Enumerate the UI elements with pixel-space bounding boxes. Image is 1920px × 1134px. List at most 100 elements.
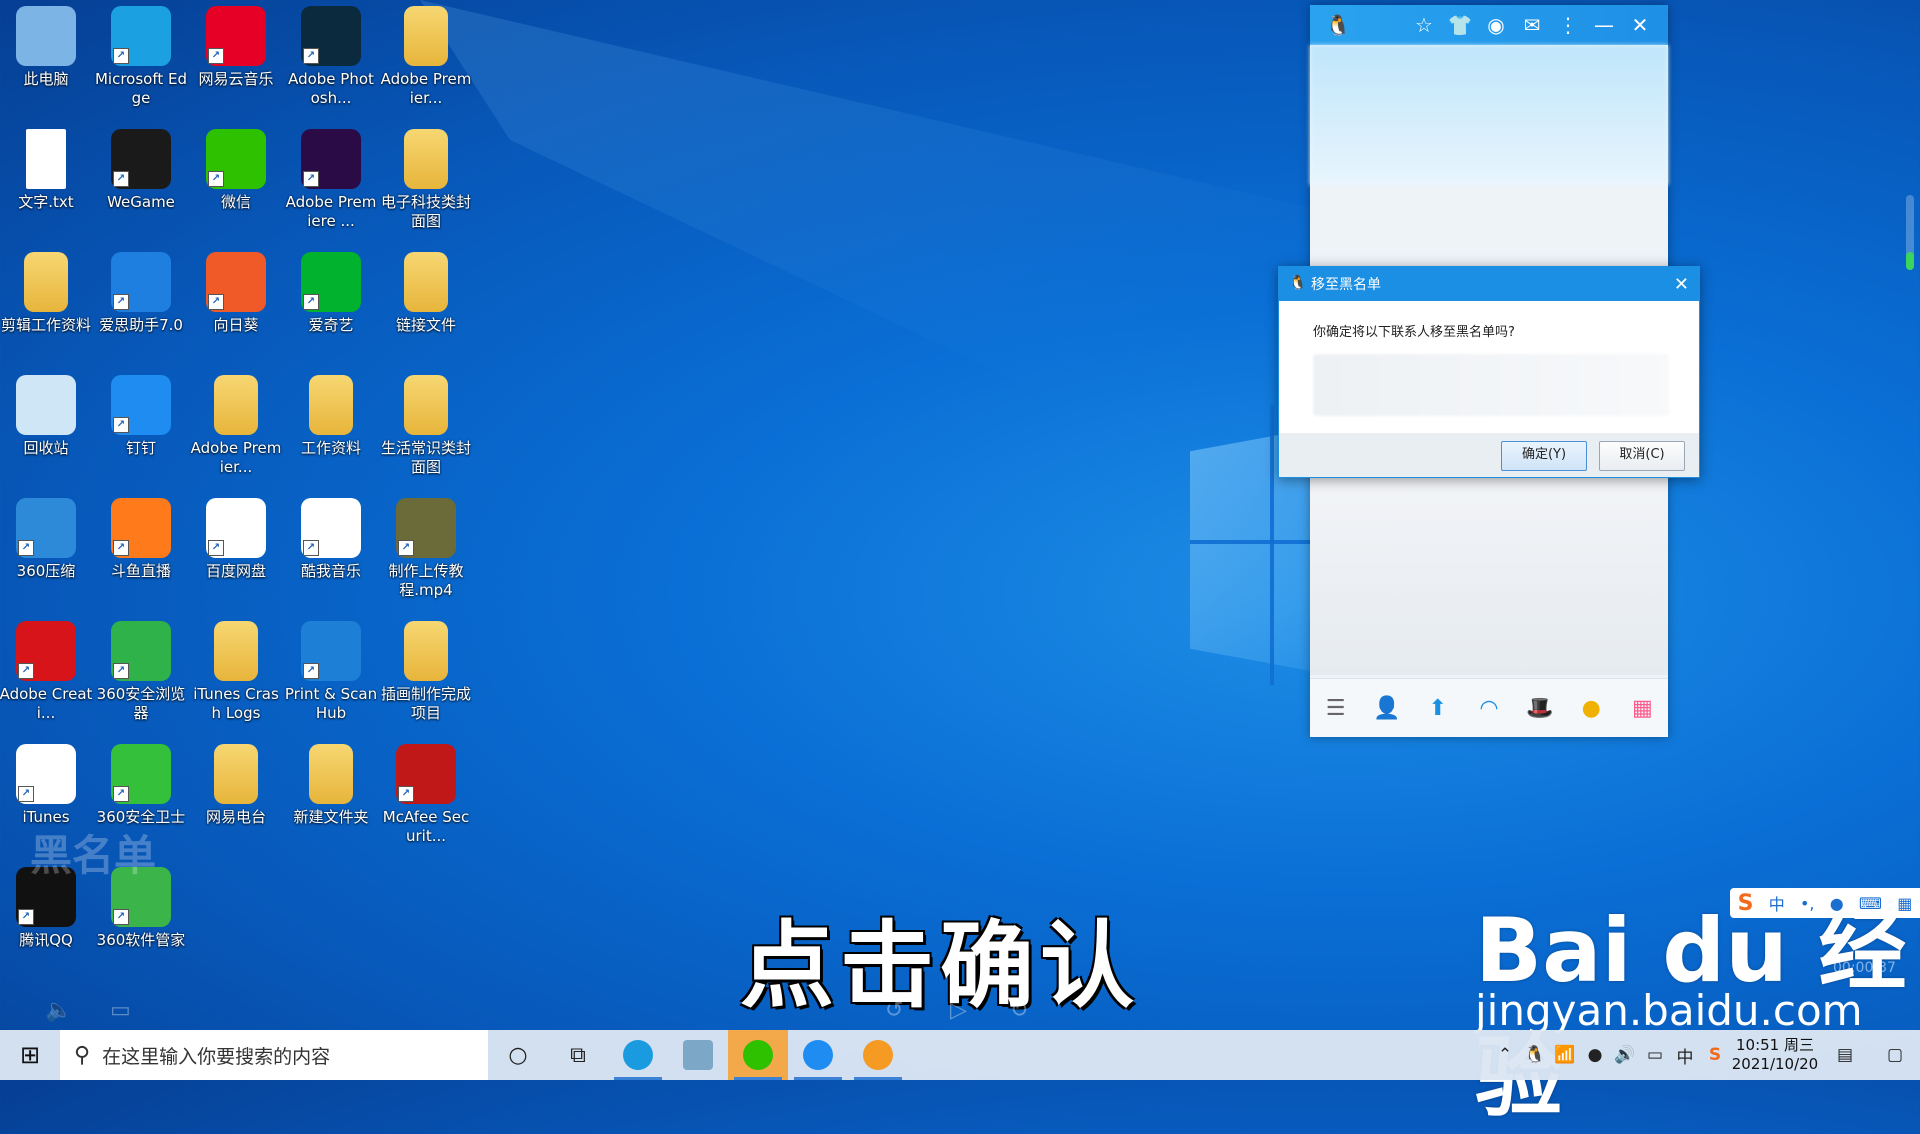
- forward-icon[interactable]: ↻: [1010, 998, 1028, 1023]
- dialog-close-icon[interactable]: ✕: [1674, 274, 1689, 295]
- premiere-icon: ↗: [301, 129, 361, 189]
- video-timestamp: 00:00:37: [1833, 960, 1896, 976]
- mail-icon[interactable]: ✉: [1514, 13, 1550, 37]
- desktop-icon[interactable]: ↗ 制作上传教程.mp4: [379, 492, 473, 600]
- notes-icon[interactable]: ▤: [1820, 1045, 1870, 1065]
- desktop-icon[interactable]: ↗ Print & Scan Hub: [284, 615, 378, 723]
- menu-icon[interactable]: ☰: [1321, 693, 1351, 723]
- play-icon[interactable]: ▷: [950, 998, 967, 1023]
- tray-expand-icon[interactable]: ⌃: [1490, 1045, 1520, 1065]
- subtitle-icon[interactable]: ▭: [110, 998, 131, 1023]
- desktop-icon[interactable]: ↗ Adobe Creati...: [0, 615, 93, 723]
- dingtalk-icon: ↗: [111, 375, 171, 435]
- desktop-icon[interactable]: ↗ McAfee Securit...: [379, 738, 473, 846]
- tray-sogou-icon[interactable]: S: [1700, 1045, 1730, 1065]
- task-view-icon[interactable]: ⧉: [548, 1030, 608, 1080]
- weiyun-icon[interactable]: ●: [1576, 693, 1606, 723]
- desktop-icon-label: WeGame: [107, 193, 175, 211]
- rewind-icon[interactable]: ↺: [885, 998, 903, 1023]
- desktop-icon[interactable]: 生活常识类封面图: [379, 369, 473, 477]
- qzone-icon[interactable]: ◠: [1474, 693, 1504, 723]
- taskbar-clock[interactable]: 10:51 周三 2021/10/20: [1730, 1036, 1820, 1074]
- ime-mode[interactable]: 中: [1769, 891, 1785, 915]
- desktop-icon[interactable]: 回收站: [0, 369, 93, 458]
- ime-toolbox-icon[interactable]: ▦: [1897, 894, 1912, 913]
- desktop-icon[interactable]: ↗ Adobe Photosh...: [284, 0, 378, 108]
- minimize-icon[interactable]: —: [1586, 13, 1622, 37]
- desktop-icon[interactable]: ↗ 酷我音乐: [284, 492, 378, 581]
- folder-icon: [404, 375, 448, 435]
- close-icon[interactable]: ✕: [1622, 13, 1658, 37]
- ime-keyboard-icon[interactable]: ⌨: [1859, 894, 1882, 913]
- shortcut-arrow-icon: ↗: [113, 786, 129, 802]
- taskbar-wechat[interactable]: [728, 1030, 788, 1080]
- skin-icon[interactable]: ◉: [1478, 13, 1514, 37]
- ime-mic-icon[interactable]: ●: [1830, 894, 1844, 913]
- desktop-icon[interactable]: ↗ 360安全浏览器: [94, 615, 188, 723]
- clock-date: 2021/10/20: [1731, 1055, 1819, 1073]
- add-contact-icon[interactable]: 👤: [1372, 693, 1402, 723]
- menu-dots-icon[interactable]: ⋮: [1550, 13, 1586, 37]
- share-icon[interactable]: ⬆: [1423, 693, 1453, 723]
- shirt-icon[interactable]: 👕: [1442, 13, 1478, 37]
- desktop-icon-label: 微信: [220, 193, 251, 211]
- desktop-icon[interactable]: 工作资料: [284, 369, 378, 458]
- desktop-icon-label: 360软件管家: [96, 931, 186, 949]
- desktop-icon[interactable]: 剪辑工作资料: [0, 246, 93, 335]
- desktop-icon[interactable]: 插画制作完成项目: [379, 615, 473, 723]
- desktop-icon[interactable]: 链接文件: [379, 246, 473, 335]
- taskbar-search[interactable]: ⚲ 在这里输入你要搜索的内容: [60, 1030, 488, 1080]
- shortcut-arrow-icon: ↗: [113, 294, 129, 310]
- star-icon[interactable]: ☆: [1406, 13, 1442, 37]
- desktop-icon[interactable]: ↗ 爱奇艺: [284, 246, 378, 335]
- qq-contact-list-blurred[interactable]: [1310, 475, 1668, 675]
- volume-icon[interactable]: 🔈: [45, 998, 72, 1023]
- cortana-icon[interactable]: ○: [488, 1030, 548, 1080]
- desktop-icon[interactable]: ↗ iTunes: [0, 738, 93, 827]
- desktop-icon[interactable]: ↗ 钉钉: [94, 369, 188, 458]
- shortcut-arrow-icon: ↗: [303, 48, 319, 64]
- desktop-icon[interactable]: ↗ WeGame: [94, 123, 188, 212]
- desktop-icon[interactable]: ↗ 微信: [189, 123, 283, 212]
- desktop-icon[interactable]: ↗ Microsoft Edge: [94, 0, 188, 108]
- shortcut-arrow-icon: ↗: [18, 909, 34, 925]
- desktop-icon[interactable]: ↗ 向日葵: [189, 246, 283, 335]
- taskbar-app-orange[interactable]: [848, 1030, 908, 1080]
- apps-icon[interactable]: ▦: [1627, 693, 1657, 723]
- shortcut-arrow-icon: ↗: [18, 786, 34, 802]
- qq-bottom-toolbar: ☰ 👤 ⬆ ◠ 🎩 ● ▦: [1310, 678, 1668, 737]
- tray-ime-icon[interactable]: 中: [1670, 1043, 1700, 1068]
- desktop-icon-label: 生活常识类封面图: [380, 439, 471, 476]
- desktop-icon[interactable]: Adobe Premier...: [379, 0, 473, 108]
- tray-network-icon[interactable]: 📶: [1550, 1045, 1580, 1065]
- desktop-icon[interactable]: 新建文件夹: [284, 738, 378, 827]
- desktop-icon[interactable]: ↗ 斗鱼直播: [94, 492, 188, 581]
- desktop-icon[interactable]: ↗ 360安全卫士: [94, 738, 188, 827]
- desktop-icon[interactable]: ↗ 360压缩: [0, 492, 93, 581]
- start-button[interactable]: ⊞: [0, 1030, 60, 1080]
- desktop-icon[interactable]: ↗ Adobe Premiere ...: [284, 123, 378, 231]
- game-icon[interactable]: 🎩: [1525, 693, 1555, 723]
- action-center-icon[interactable]: ▢: [1870, 1045, 1920, 1065]
- taskbar-edge[interactable]: [608, 1030, 668, 1080]
- sogou-icon[interactable]: S: [1738, 891, 1754, 916]
- desktop-icon[interactable]: iTunes Crash Logs: [189, 615, 283, 723]
- desktop-icon[interactable]: ↗ 爱思助手7.0: [94, 246, 188, 335]
- desktop-icon[interactable]: 文字.txt: [0, 123, 93, 212]
- desktop-icon[interactable]: 网易电台: [189, 738, 283, 827]
- desktop-icon[interactable]: 此电脑: [0, 0, 93, 89]
- tray-volume-icon[interactable]: 🔊: [1610, 1045, 1640, 1065]
- taskbar-dingtalk[interactable]: [788, 1030, 848, 1080]
- tray-qq-icon[interactable]: 🐧: [1520, 1045, 1550, 1065]
- desktop-icon[interactable]: 电子科技类封面图: [379, 123, 473, 231]
- tray-battery-icon[interactable]: ▭: [1640, 1045, 1670, 1065]
- desktop-icon[interactable]: ↗ 百度网盘: [189, 492, 283, 581]
- ime-punct-icon[interactable]: •,: [1800, 894, 1815, 913]
- tray-360-icon[interactable]: ●: [1580, 1045, 1610, 1065]
- desktop-icon[interactable]: ↗ 网易云音乐: [189, 0, 283, 89]
- desktop-icon-label: 网易电台: [205, 808, 266, 826]
- taskbar-explorer[interactable]: [668, 1030, 728, 1080]
- cancel-button[interactable]: 取消(C): [1599, 441, 1685, 471]
- desktop-icon[interactable]: Adobe Premier...: [189, 369, 283, 477]
- confirm-button[interactable]: 确定(Y): [1501, 441, 1587, 471]
